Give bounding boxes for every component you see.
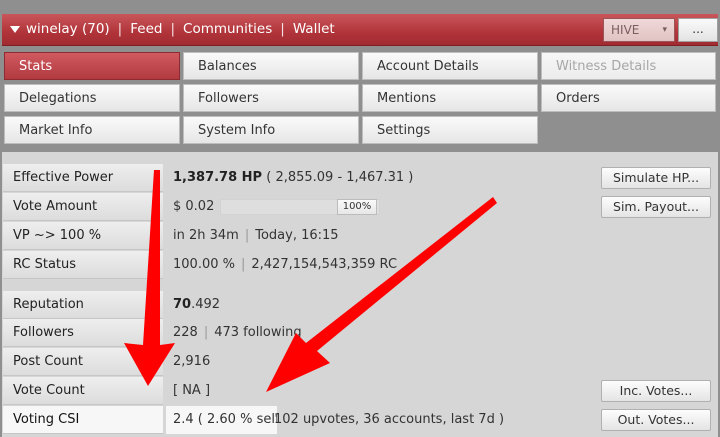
- nav-communities[interactable]: Communities: [183, 21, 272, 37]
- stat-value: 2,916: [173, 354, 211, 369]
- nav-separator: |: [170, 21, 176, 37]
- hp-breakdown: ( 2,855.09 - 1,467.31 ): [266, 170, 414, 185]
- stat-value: in 2h 34m | Today, 16:15: [166, 222, 717, 250]
- stat-label: Post Count: [3, 348, 163, 376]
- tab-witness-details[interactable]: Witness Details: [541, 52, 716, 80]
- more-button[interactable]: ...: [678, 18, 718, 42]
- stat-row-vote-amount: Vote Amount $ 0.02 100% Sim. Payout...: [3, 193, 717, 221]
- stat-value: 228 | 473 following: [166, 319, 717, 347]
- stat-row-followers: Followers 228 | 473 following: [3, 319, 717, 347]
- rc-amount: 2,427,154,543,359 RC: [251, 257, 398, 272]
- stat-row-vote-count: Vote Count [ NA ] Inc. Votes...: [3, 377, 717, 405]
- dropdown-arrow-icon: ▾: [662, 25, 667, 35]
- nav-feed[interactable]: Feed: [130, 21, 162, 37]
- stat-value: 100.00 % | 2,427,154,543,359 RC: [166, 251, 717, 279]
- top-nav: winelay (70) | Feed | Communities | Wallet: [10, 14, 335, 46]
- out-votes-button[interactable]: Out. Votes...: [601, 409, 711, 431]
- stat-value: 70.492: [166, 291, 717, 319]
- caret-down-icon[interactable]: [10, 25, 20, 33]
- stat-label: Voting CSI: [3, 406, 163, 434]
- slider-handle[interactable]: 100%: [337, 199, 377, 215]
- chain-select-value: HIVE: [611, 23, 640, 37]
- tab-market-info[interactable]: Market Info: [4, 116, 180, 144]
- tab-orders[interactable]: Orders: [541, 84, 716, 112]
- tab-followers[interactable]: Followers: [183, 84, 359, 112]
- vp-full-at: Today, 16:15: [255, 228, 339, 243]
- stat-row-rc-status: RC Status 100.00 % | 2,427,154,543,359 RC: [3, 251, 717, 279]
- top-nav-bar: winelay (70) | Feed | Communities | Wallet HIV…: [2, 14, 718, 46]
- tab-system-info[interactable]: System Info: [183, 116, 359, 144]
- followers-count: 228: [173, 325, 198, 340]
- simulate-hp-button[interactable]: Simulate HP...: [601, 167, 711, 189]
- stat-row-effective-power: Effective Power 1,387.78 HP ( 2,855.09 -…: [3, 164, 717, 192]
- steemworld-panel: winelay (70) | Feed | Communities | Wallet HIV…: [0, 0, 720, 437]
- stat-label: RC Status: [3, 251, 163, 279]
- stat-row-voting-csi: Voting CSI 2.4 ( 2.60 % self, 102 upvote…: [3, 406, 717, 434]
- inc-votes-button[interactable]: Inc. Votes...: [601, 380, 711, 402]
- value-separator: |: [240, 257, 246, 272]
- stat-label: Followers: [3, 319, 163, 347]
- value-separator: |: [203, 325, 209, 340]
- stat-label: Vote Amount: [3, 193, 163, 221]
- tab-account-details[interactable]: Account Details: [362, 52, 538, 80]
- nav-separator: |: [117, 21, 123, 37]
- csi-value-highlight: 2.4 ( 2.60 % self,: [166, 406, 277, 434]
- following-count: 473 following: [214, 325, 302, 340]
- stat-label: VP ~> 100 %: [3, 222, 163, 250]
- vote-weight-slider[interactable]: 100%: [220, 199, 380, 215]
- vp-recharge-time: in 2h 34m: [173, 228, 239, 243]
- stat-label: Vote Count: [3, 377, 163, 405]
- tab-stats[interactable]: Stats: [4, 52, 180, 80]
- chain-select[interactable]: HIVE ▾: [603, 18, 675, 42]
- stat-row-vp: VP ~> 100 % in 2h 34m | Today, 16:15: [3, 222, 717, 250]
- effective-hp: 1,387.78 HP: [173, 170, 263, 185]
- tab-delegations[interactable]: Delegations: [4, 84, 180, 112]
- tab-mentions[interactable]: Mentions: [362, 84, 538, 112]
- account-link[interactable]: winelay (70): [26, 21, 110, 37]
- reputation-int: 70: [173, 297, 192, 312]
- stat-row-post-count: Post Count 2,916: [3, 348, 717, 376]
- sim-payout-button[interactable]: Sim. Payout...: [601, 196, 711, 218]
- csi-value-rest: 102 upvotes, 36 accounts, last 7d ): [274, 412, 505, 427]
- tab-settings[interactable]: Settings: [362, 116, 538, 144]
- tab-balances[interactable]: Balances: [183, 52, 359, 80]
- nav-separator: |: [280, 21, 285, 37]
- rc-percent: 100.00 %: [173, 257, 235, 272]
- stat-label: Reputation: [3, 291, 163, 319]
- stat-label: Effective Power: [3, 164, 163, 192]
- nav-wallet[interactable]: Wallet: [293, 21, 335, 37]
- reputation-decimals: .492: [191, 297, 221, 312]
- stat-row-reputation: Reputation 70.492: [3, 291, 717, 319]
- value-separator: |: [244, 228, 250, 243]
